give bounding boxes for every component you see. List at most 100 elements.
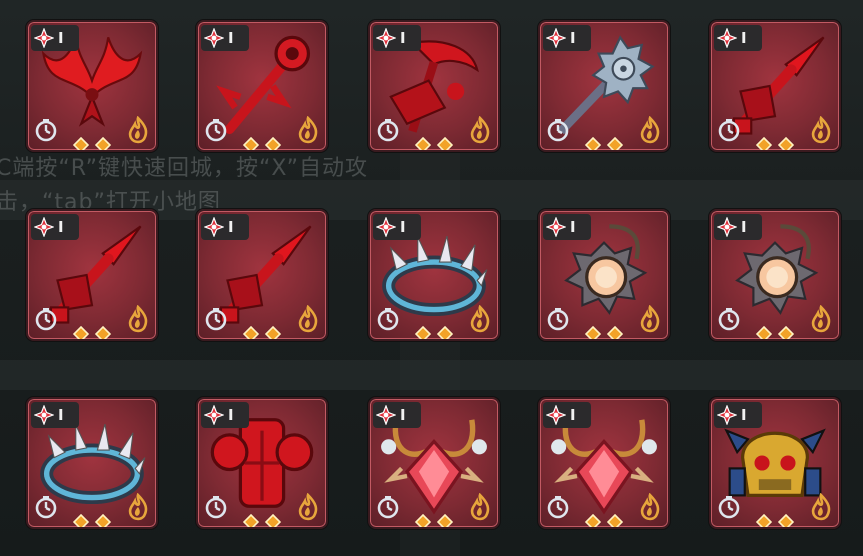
level-diamond-icon <box>584 513 602 527</box>
tier-badge: I <box>31 214 79 240</box>
tier-badge: I <box>543 402 591 428</box>
tier-badge: I <box>373 214 421 240</box>
stopwatch-icon <box>545 494 571 520</box>
level-diamond-icon <box>777 325 795 339</box>
level-diamond-icon <box>414 513 432 527</box>
rarity-star-icon <box>375 27 397 49</box>
level-diamond-icon <box>264 513 282 527</box>
rarity-star-icon <box>716 27 738 49</box>
rarity-star-icon <box>545 27 567 49</box>
flame-icon <box>468 115 492 144</box>
item-card[interactable]: I <box>709 20 841 152</box>
level-diamond-icon <box>94 513 112 527</box>
level-diamond-icon <box>755 513 773 527</box>
item-card[interactable]: I <box>538 20 670 152</box>
rarity-star-icon <box>545 216 567 238</box>
level-diamond-icon <box>72 513 90 527</box>
stopwatch-icon <box>716 494 742 520</box>
item-card[interactable]: I <box>368 209 500 341</box>
tier-badge: I <box>31 402 79 428</box>
flame-icon <box>809 115 833 144</box>
rarity-star-icon <box>33 27 55 49</box>
rarity-star-icon <box>716 216 738 238</box>
rarity-star-icon <box>545 404 567 426</box>
level-diamond-icon <box>755 325 773 339</box>
tier-badge: I <box>714 214 762 240</box>
tier-label: I <box>228 218 234 236</box>
item-card[interactable]: I <box>538 209 670 341</box>
stopwatch-icon <box>203 494 229 520</box>
item-card[interactable]: I <box>368 20 500 152</box>
level-diamond-icon <box>436 513 454 527</box>
item-card[interactable]: I <box>709 209 841 341</box>
item-card[interactable]: I <box>196 209 328 341</box>
level-diamond-icon <box>584 325 602 339</box>
rarity-star-icon <box>716 404 738 426</box>
rarity-star-icon <box>375 404 397 426</box>
stopwatch-icon <box>375 117 401 143</box>
item-card[interactable]: I <box>368 397 500 529</box>
flame-icon <box>296 304 320 333</box>
flame-icon <box>809 304 833 333</box>
level-diamond-icon <box>777 136 795 150</box>
rarity-star-icon <box>375 216 397 238</box>
flame-icon <box>126 492 150 521</box>
stopwatch-icon <box>545 306 571 332</box>
item-card[interactable]: I <box>196 397 328 529</box>
stopwatch-icon <box>716 117 742 143</box>
level-diamond-icon <box>414 325 432 339</box>
level-diamond-icon <box>94 325 112 339</box>
rarity-star-icon <box>203 27 225 49</box>
tier-label: I <box>400 29 406 47</box>
rarity-star-icon <box>33 216 55 238</box>
tier-label: I <box>570 29 576 47</box>
stopwatch-icon <box>203 306 229 332</box>
item-card[interactable]: I <box>196 20 328 152</box>
item-card[interactable]: I <box>26 209 158 341</box>
tier-badge: I <box>201 402 249 428</box>
flame-icon <box>296 115 320 144</box>
level-diamond-icon <box>264 136 282 150</box>
tier-label: I <box>741 406 747 424</box>
stopwatch-icon <box>545 117 571 143</box>
level-diamond-icon <box>436 136 454 150</box>
item-card[interactable]: I <box>709 397 841 529</box>
tier-badge: I <box>373 25 421 51</box>
level-diamond-icon <box>414 136 432 150</box>
level-diamond-icon <box>606 513 624 527</box>
level-diamond-icon <box>755 136 773 150</box>
tier-label: I <box>570 406 576 424</box>
level-diamond-icon <box>94 136 112 150</box>
tier-label: I <box>400 218 406 236</box>
level-diamond-icon <box>242 513 260 527</box>
flame-icon <box>809 492 833 521</box>
rarity-star-icon <box>203 216 225 238</box>
item-card[interactable]: I <box>26 397 158 529</box>
level-diamond-icon <box>584 136 602 150</box>
rarity-star-icon <box>33 404 55 426</box>
flame-icon <box>126 115 150 144</box>
stopwatch-icon <box>33 117 59 143</box>
stopwatch-icon <box>33 494 59 520</box>
stopwatch-icon <box>716 306 742 332</box>
tier-badge: I <box>31 25 79 51</box>
tier-label: I <box>228 29 234 47</box>
item-card[interactable]: I <box>26 20 158 152</box>
item-card[interactable]: I <box>538 397 670 529</box>
tier-label: I <box>570 218 576 236</box>
tier-label: I <box>58 218 64 236</box>
tier-badge: I <box>201 25 249 51</box>
level-diamond-icon <box>242 325 260 339</box>
stopwatch-icon <box>203 117 229 143</box>
inventory-grid: I I I I I I I I I I I I I I I <box>0 0 863 556</box>
level-diamond-icon <box>777 513 795 527</box>
flame-icon <box>126 304 150 333</box>
flame-icon <box>638 492 662 521</box>
stopwatch-icon <box>375 494 401 520</box>
tier-badge: I <box>201 214 249 240</box>
level-diamond-icon <box>72 325 90 339</box>
tier-badge: I <box>543 25 591 51</box>
flame-icon <box>468 304 492 333</box>
flame-icon <box>638 304 662 333</box>
level-diamond-icon <box>72 136 90 150</box>
